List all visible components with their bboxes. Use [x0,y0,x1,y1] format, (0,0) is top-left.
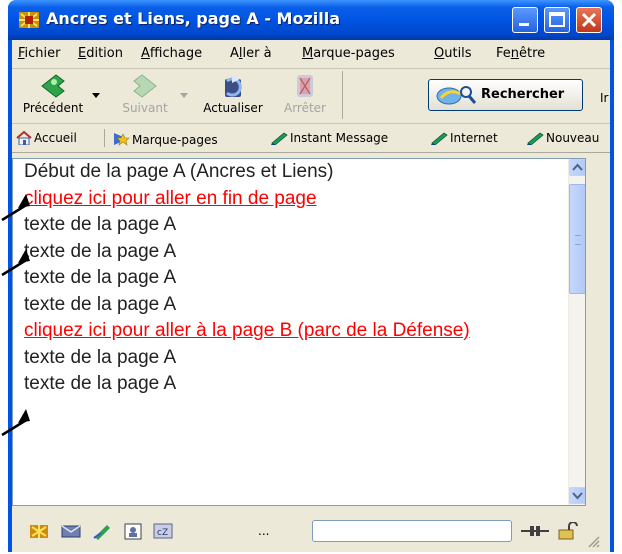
resize-grip-icon[interactable] [586,534,600,548]
back-button[interactable]: Précédent [20,73,86,119]
navigation-toolbar: Précédent Suivant Actualiser Arrêter Rec… [12,69,610,124]
status-dots: ... [258,524,270,538]
menu-aller[interactable]: Aller à [230,46,272,61]
navigator-icon[interactable] [28,522,50,540]
page-heading-line: Début de la page A (Ancres et Liens) [24,161,334,182]
home-icon [16,130,32,146]
bookmark-nouveau[interactable]: Nouveau [526,131,599,146]
title-bar[interactable]: Ancres et Liens, page A - Mozilla [8,0,614,40]
stop-icon [297,75,313,97]
reload-icon [225,75,242,97]
mail-icon[interactable] [60,522,82,540]
composer-icon[interactable] [92,522,114,540]
search-button[interactable]: Rechercher [428,79,583,111]
status-bar: cZ ... [12,508,610,552]
bookmarks-star-icon [114,133,130,146]
annotation-arrow-icon [1,194,30,222]
text-line: texte de la page A [24,373,177,394]
back-arrow-icon [41,74,65,98]
minimize-icon [519,23,529,26]
print-button-label[interactable]: Ir [600,91,608,105]
window-title: Ancres et Liens, page A - Mozilla [46,9,341,28]
menu-bar: Fichier Edition Affichage Aller à Marque… [12,40,610,69]
personal-toolbar: Accueil Marque-pages Instant Message Int… [12,124,610,153]
menu-edition[interactable]: Edition [78,46,123,61]
menu-affichage[interactable]: Affichage [141,46,202,61]
text-line: texte de la page A [24,293,177,315]
document-body: Début de la page A (Ancres et Liens) cli… [24,159,564,398]
chat-icon[interactable]: cZ [152,522,174,540]
address-book-icon[interactable] [122,522,144,540]
forward-dropdown-icon[interactable] [180,93,188,98]
bookmark-internet[interactable]: Internet [430,131,498,146]
bookmarks-separator [104,129,105,147]
scroll-up-button[interactable] [569,159,585,176]
close-icon [581,12,597,28]
search-icon [436,86,477,105]
bookmark-link-icon [431,132,448,146]
bookmark-link-icon [527,132,544,146]
annotation-arrow-icon [1,249,30,277]
text-line: texte de la page A [24,346,177,368]
status-progress-field [312,520,512,542]
forward-arrow-icon [133,74,157,98]
bookmark-marque-pages[interactable]: Marque-pages [112,131,218,147]
scroll-thumb[interactable] [569,184,585,294]
page-content: Début de la page A (Ancres et Liens) cli… [12,158,586,506]
menu-marque-pages[interactable]: Marque-pages [302,46,395,61]
menu-outils[interactable]: Outils [434,46,472,61]
reload-button[interactable]: Actualiser [196,73,270,119]
mozilla-icon [18,10,40,30]
online-status-icon[interactable] [520,522,550,540]
svg-text:cZ: cZ [157,528,168,538]
menu-fichier[interactable]: Fichier [18,46,61,61]
text-line: texte de la page A [24,240,177,262]
stop-button[interactable]: Arrêter [272,73,338,119]
toolbar-separator [342,71,343,119]
text-line: texte de la page A [24,267,177,288]
bookmark-instant-message[interactable]: Instant Message [270,131,388,146]
scroll-down-button[interactable] [569,487,585,504]
chevron-up-icon [572,163,583,171]
maximize-button[interactable] [544,7,570,33]
menu-fenetre[interactable]: Fenêtre [496,46,545,61]
link-end-of-page[interactable]: cliquez ici pour aller en fin de page [24,186,564,213]
vertical-scrollbar[interactable] [568,159,585,505]
security-lock-icon[interactable] [556,522,578,540]
back-dropdown-icon[interactable] [92,93,100,98]
link-page-b[interactable]: cliquez ici pour aller à la page B (parc… [24,320,470,341]
link-page-b-wrapper: cliquez ici pour aller à la page B (parc… [24,318,504,345]
text-line: texte de la page A [24,214,177,235]
close-button[interactable] [576,7,602,33]
minimize-button[interactable] [512,7,538,33]
chevron-down-icon [572,492,583,500]
maximize-icon [549,12,565,27]
annotation-arrow-icon [1,409,30,437]
bookmark-link-icon [271,132,288,146]
bookmark-accueil[interactable]: Accueil [16,130,77,146]
scroll-grip [575,235,581,245]
forward-button[interactable]: Suivant [112,73,178,119]
